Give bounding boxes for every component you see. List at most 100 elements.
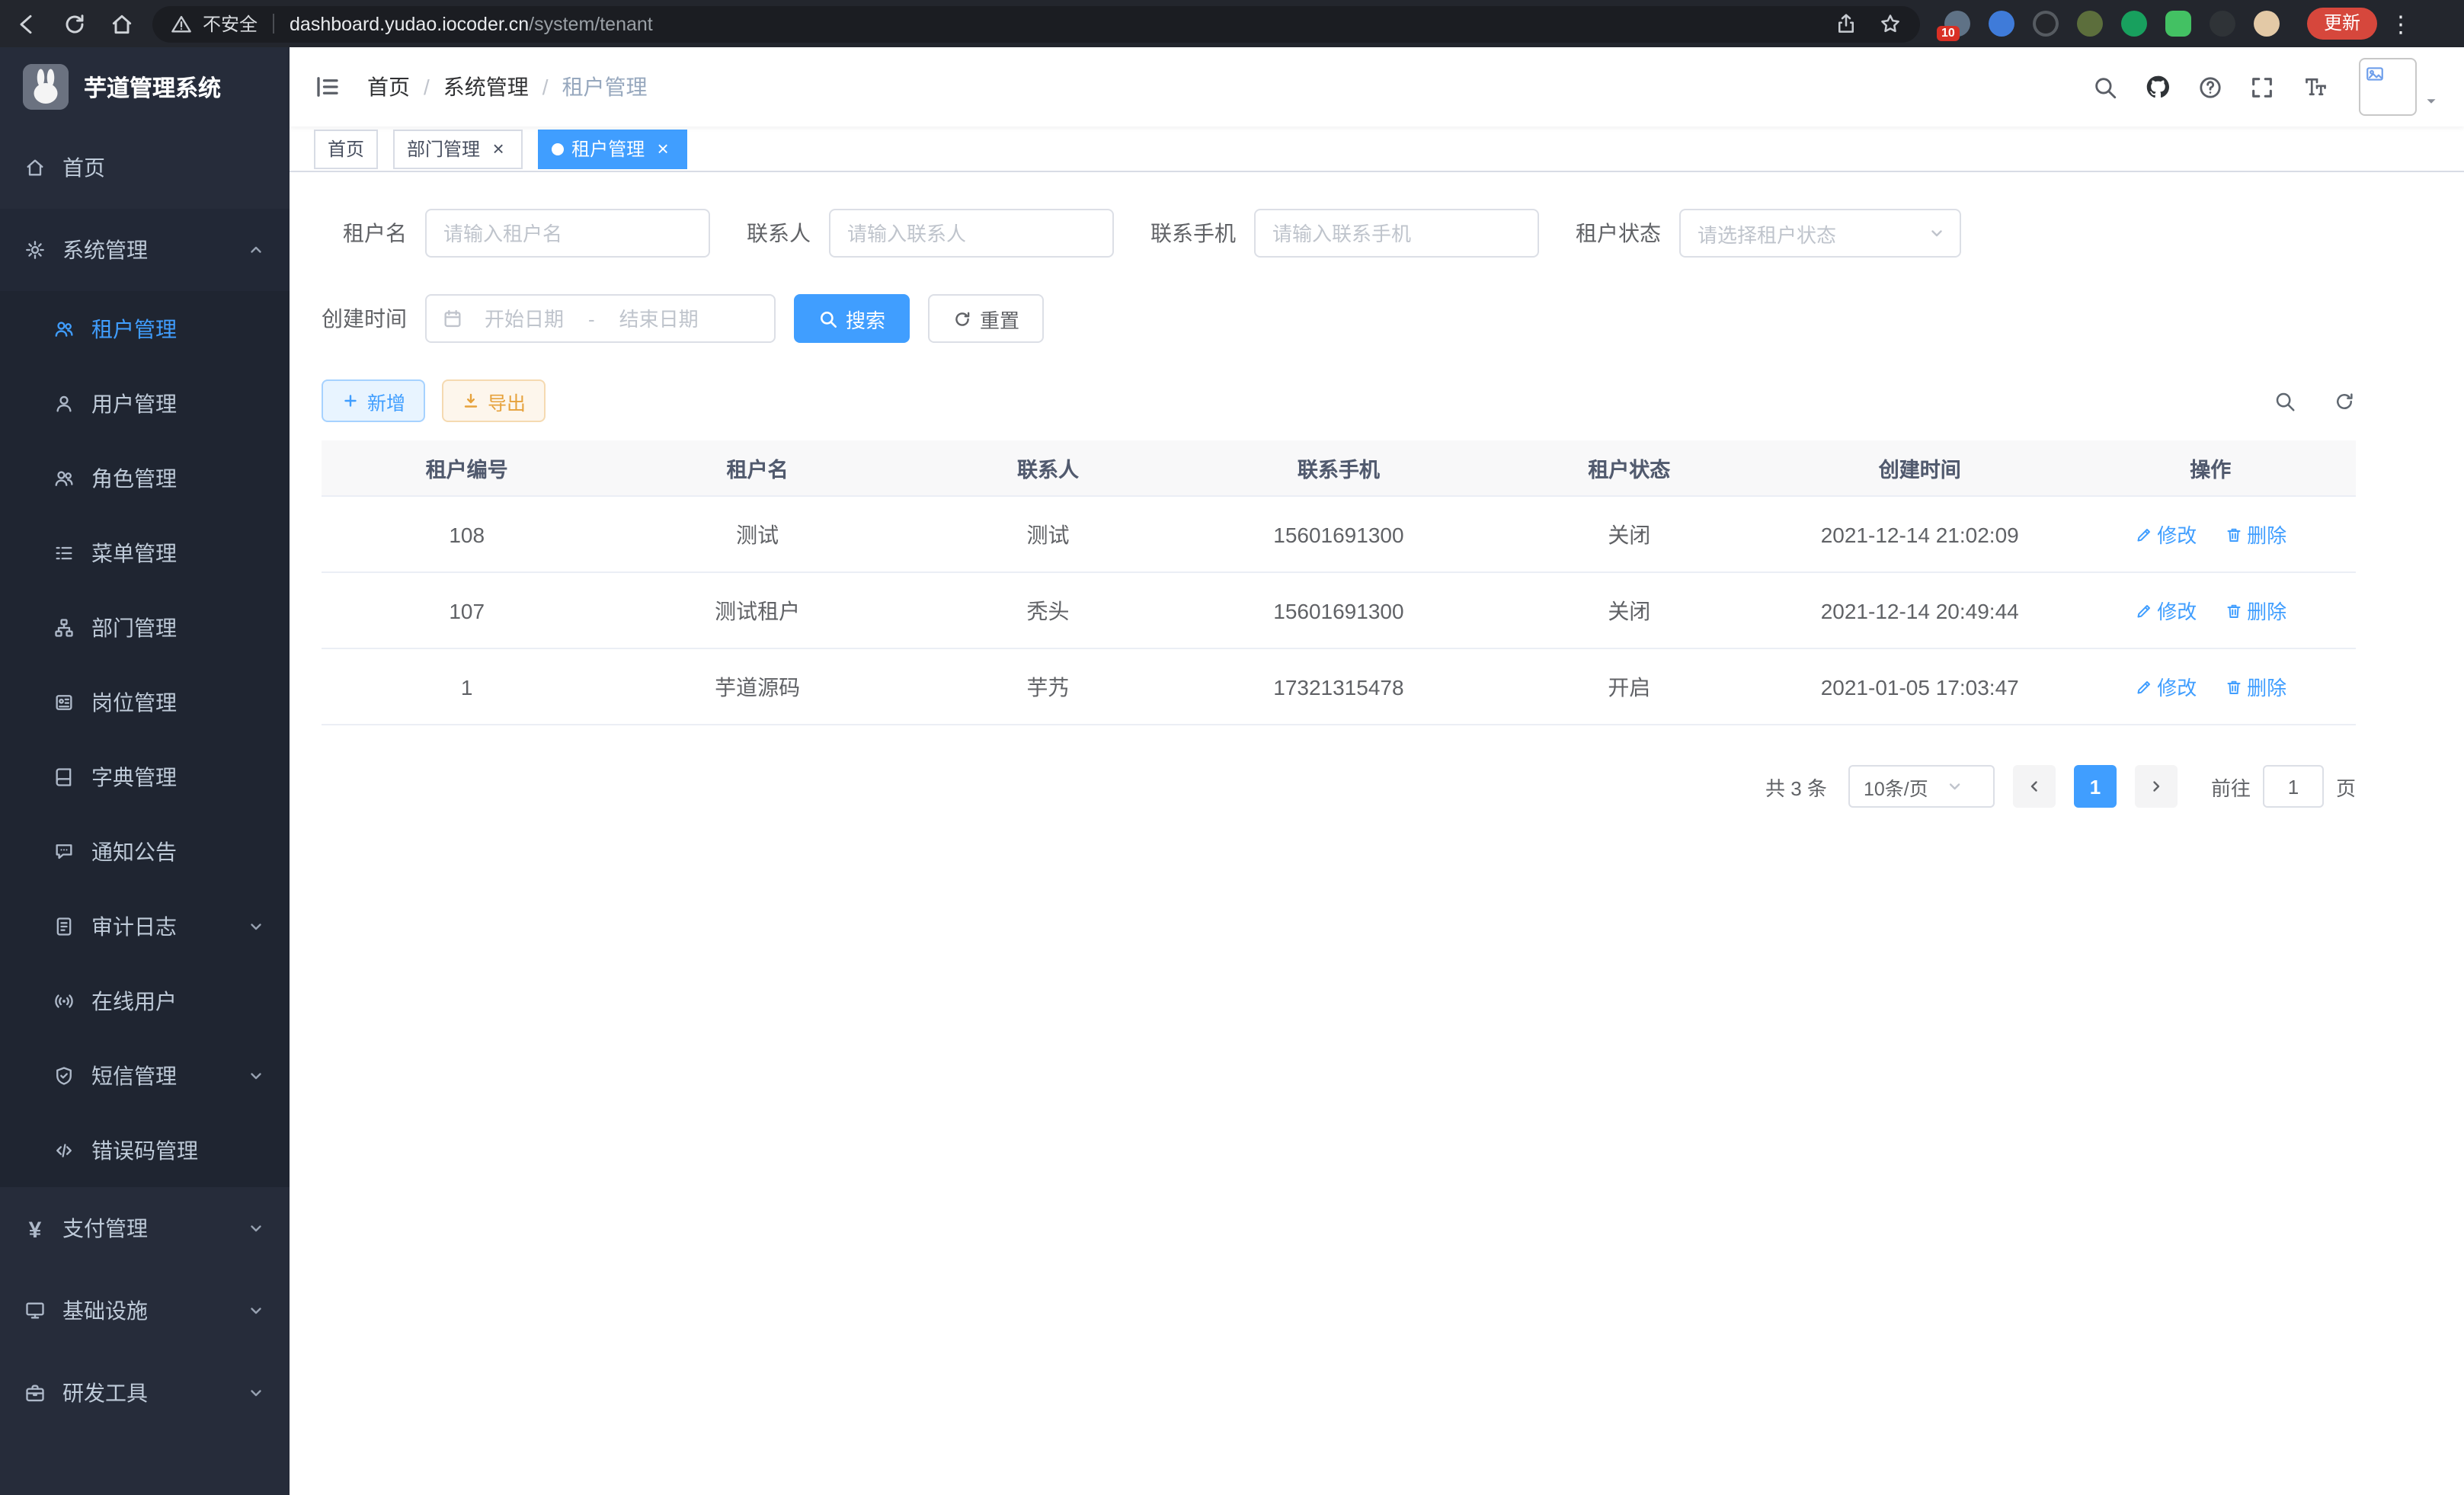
browser-nav-buttons <box>0 11 152 36</box>
cell-created: 2021-01-05 17:03:47 <box>1774 648 2065 725</box>
tab-home[interactable]: 首页 <box>314 129 378 168</box>
sidebar-item-online-user[interactable]: 在线用户 <box>0 963 290 1038</box>
tenant-name-input[interactable] <box>425 209 710 258</box>
sidebar-item-dict[interactable]: 字典管理 <box>0 739 290 814</box>
extension-icon[interactable] <box>2121 11 2147 37</box>
sidebar-item-label: 错误码管理 <box>91 1135 198 1165</box>
help-icon[interactable] <box>2197 74 2223 100</box>
search-button-label: 搜索 <box>846 304 885 333</box>
org-tree-icon <box>53 616 75 638</box>
export-button[interactable]: 导出 <box>442 379 546 422</box>
signal-icon <box>53 990 75 1011</box>
browser-menu-icon[interactable]: ⋮ <box>2389 10 2412 37</box>
breadcrumb-item[interactable]: 系统管理 <box>443 72 529 102</box>
page-size-select[interactable]: 10条/页 <box>1848 765 1995 808</box>
back-icon[interactable] <box>15 11 40 36</box>
next-page-button[interactable] <box>2135 765 2178 808</box>
sidebar-item-label: 审计日志 <box>91 911 177 941</box>
add-button[interactable]: 新增 <box>322 379 425 422</box>
sidebar-menu: 首页 系统管理 租户管理 用户管理 <box>0 126 290 1495</box>
github-icon[interactable] <box>2144 73 2171 101</box>
sidebar-group-payment[interactable]: ¥ 支付管理 <box>0 1187 290 1269</box>
sidebar-item-notice[interactable]: 通知公告 <box>0 814 290 888</box>
sidebar-item-sms[interactable]: 短信管理 <box>0 1038 290 1112</box>
prev-page-button[interactable] <box>2013 765 2056 808</box>
sidebar-group-system[interactable]: 系统管理 <box>0 209 290 291</box>
tab-dept[interactable]: 部门管理 × <box>393 129 523 168</box>
bookmark-star-icon[interactable] <box>1879 12 1902 35</box>
extension-icon[interactable] <box>2077 11 2103 37</box>
filter-status: 租户状态 请选择租户状态 <box>1576 209 1961 258</box>
search-button[interactable]: 搜索 <box>794 294 910 343</box>
range-separator: - <box>588 307 595 330</box>
sidebar-item-post[interactable]: 岗位管理 <box>0 664 290 739</box>
sidebar-item-audit-log[interactable]: 审计日志 <box>0 888 290 963</box>
calendar-icon <box>442 308 463 329</box>
close-icon[interactable]: × <box>488 138 509 159</box>
search-icon[interactable] <box>2092 74 2118 100</box>
sidebar-item-dept[interactable]: 部门管理 <box>0 590 290 664</box>
reset-button[interactable]: 重置 <box>928 294 1044 343</box>
cell-phone: 17321315478 <box>1193 648 1483 725</box>
page-size-value: 10条/页 <box>1864 772 1928 801</box>
start-date-input[interactable] <box>469 307 579 330</box>
security-label[interactable]: 不安全 <box>203 11 258 37</box>
extension-icon[interactable] <box>2165 11 2191 37</box>
tab-tenant[interactable]: 租户管理 × <box>538 129 687 168</box>
refresh-icon[interactable] <box>2333 389 2356 412</box>
sidebar-item-menu[interactable]: 菜单管理 <box>0 515 290 590</box>
date-range-picker[interactable]: - <box>425 294 776 343</box>
fullscreen-icon[interactable] <box>2249 74 2275 100</box>
sidebar-item-tenant[interactable]: 租户管理 <box>0 291 290 366</box>
breadcrumb-item[interactable]: 首页 <box>367 72 410 102</box>
delete-link[interactable]: 删除 <box>2224 520 2286 549</box>
page-number-button[interactable]: 1 <box>2074 765 2117 808</box>
font-size-icon[interactable] <box>2301 73 2328 101</box>
sidebar-item-user[interactable]: 用户管理 <box>0 366 290 440</box>
edit-link[interactable]: 修改 <box>2134 596 2197 625</box>
column-header: 联系人 <box>903 440 1193 496</box>
filter-label: 联系手机 <box>1150 218 1254 248</box>
sidebar-item-home[interactable]: 首页 <box>0 126 290 209</box>
reload-icon[interactable] <box>62 11 87 36</box>
delete-link[interactable]: 删除 <box>2224 596 2286 625</box>
extension-icon[interactable] <box>2033 11 2059 37</box>
goto-page-input[interactable] <box>2263 765 2324 808</box>
extension-icon[interactable] <box>1989 11 2014 37</box>
edit-link[interactable]: 修改 <box>2134 672 2197 701</box>
cell-contact: 芋艿 <box>903 648 1193 725</box>
extension-icon[interactable]: 10 <box>1944 11 1970 37</box>
extensions-puzzle-icon[interactable] <box>2210 11 2235 37</box>
cell-contact: 秃头 <box>903 572 1193 648</box>
logo-image <box>23 64 69 110</box>
breadcrumb-separator: / <box>424 75 430 99</box>
close-icon[interactable]: × <box>652 138 674 159</box>
tenant-page: 租户名 联系人 联系手机 租户状态 请选择租户状态 <box>290 172 2356 808</box>
edit-link[interactable]: 修改 <box>2134 520 2197 549</box>
sidebar-group-infra[interactable]: 基础设施 <box>0 1269 290 1352</box>
chevron-down-icon <box>1928 777 1982 796</box>
sidebar-fold-icon[interactable] <box>314 73 341 101</box>
filter-row-2: 创建时间 - 搜索 重置 <box>322 294 2356 343</box>
delete-link[interactable]: 删除 <box>2224 672 2286 701</box>
sidebar-item-role[interactable]: 角色管理 <box>0 440 290 515</box>
url-domain: dashboard.yudao.iocoder.cn <box>290 13 529 34</box>
cell-tenant-name: 测试租户 <box>612 572 902 648</box>
share-icon[interactable] <box>1835 12 1858 35</box>
chevron-down-icon <box>1928 224 1946 242</box>
user-avatar-menu[interactable] <box>2359 58 2440 116</box>
url-bar[interactable]: 不安全 dashboard.yudao.iocoder.cn/system/te… <box>152 5 1920 42</box>
status-select[interactable]: 请选择租户状态 <box>1679 209 1961 258</box>
profile-avatar-icon[interactable] <box>2254 11 2280 37</box>
phone-input[interactable] <box>1254 209 1539 258</box>
sidebar-group-devtools[interactable]: 研发工具 <box>0 1352 290 1434</box>
toggle-search-icon[interactable] <box>2274 389 2296 412</box>
sidebar-item-error-code[interactable]: 错误码管理 <box>0 1112 290 1187</box>
delete-label: 删除 <box>2247 672 2286 701</box>
app-logo[interactable]: 芋道管理系统 <box>0 47 290 126</box>
home-icon[interactable] <box>110 11 134 36</box>
chrome-update-button[interactable]: 更新 <box>2307 8 2377 40</box>
end-date-input[interactable] <box>604 307 714 330</box>
contact-input[interactable] <box>829 209 1114 258</box>
chevron-down-icon <box>247 1066 265 1084</box>
